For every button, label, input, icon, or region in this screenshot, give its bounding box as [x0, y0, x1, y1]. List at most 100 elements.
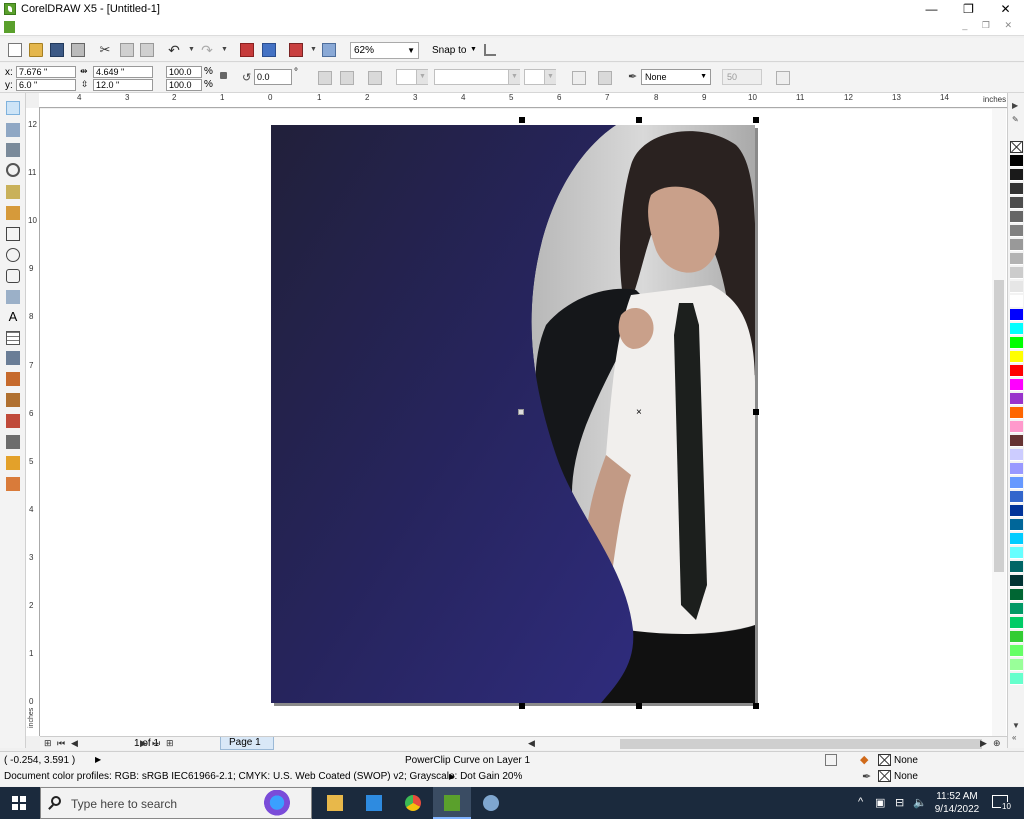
- x-position-input[interactable]: 7.676 ": [16, 66, 76, 78]
- selection-handle[interactable]: [636, 117, 642, 123]
- palette-swatch[interactable]: [1010, 155, 1023, 167]
- welcome-screen-icon[interactable]: [322, 43, 336, 57]
- mirror-vertical-icon[interactable]: [340, 71, 354, 85]
- eyedropper-tool-icon[interactable]: [6, 414, 20, 428]
- horizontal-ruler[interactable]: 4 3 2 1 0 1 2 3 4 5 6 7 8 9 10 11 12 13 …: [39, 93, 1007, 108]
- lock-ratio-icon[interactable]: [220, 72, 227, 79]
- document-page[interactable]: [271, 125, 755, 703]
- selection-handle[interactable]: [519, 117, 525, 123]
- expand-arrow-icon[interactable]: ▶: [449, 772, 455, 781]
- palette-swatch[interactable]: [1010, 673, 1023, 685]
- add-page-after-icon[interactable]: ⊞: [166, 738, 174, 749]
- chevron-down-icon[interactable]: ▼: [544, 70, 556, 84]
- document-icon[interactable]: [4, 21, 15, 33]
- selection-handle[interactable]: [636, 703, 642, 709]
- palette-swatch[interactable]: [1010, 449, 1023, 461]
- rotation-center-marker[interactable]: ×: [636, 407, 642, 418]
- wrap-offset-input[interactable]: 50: [722, 69, 762, 85]
- powerclip-photo[interactable]: [271, 125, 755, 703]
- fill-swatch[interactable]: [878, 754, 891, 766]
- scale-height-input[interactable]: 100.0: [166, 79, 202, 91]
- palette-swatch[interactable]: [1010, 505, 1023, 517]
- palette-swatch[interactable]: [1010, 435, 1023, 447]
- connector-tool-icon[interactable]: [6, 372, 20, 386]
- y-position-input[interactable]: 6.0 ": [16, 79, 76, 91]
- display-icon[interactable]: ⊟: [895, 796, 904, 809]
- palette-swatch[interactable]: [1010, 253, 1023, 265]
- palette-swatch[interactable]: [1010, 463, 1023, 475]
- palette-swatch[interactable]: [1010, 533, 1023, 545]
- palette-swatch[interactable]: [1010, 407, 1023, 419]
- last-page-icon[interactable]: ⏭: [152, 738, 160, 749]
- import-icon[interactable]: [240, 43, 254, 57]
- show-hidden-icons-icon[interactable]: ^: [858, 796, 863, 808]
- palette-swatch[interactable]: [1010, 309, 1023, 321]
- file-explorer-app[interactable]: [316, 787, 354, 819]
- document-window-controls[interactable]: _ ❐ ✕: [962, 20, 1018, 31]
- palette-swatch[interactable]: [1010, 561, 1023, 573]
- color-profiles-text[interactable]: Document color profiles: RGB: sRGB IEC61…: [4, 771, 522, 782]
- vertical-scrollbar-thumb[interactable]: [994, 280, 1004, 572]
- parallel-dimension-tool-icon[interactable]: [6, 351, 20, 365]
- redo-dropdown-icon[interactable]: ▼: [221, 46, 228, 53]
- palette-swatch[interactable]: [1010, 267, 1023, 279]
- palette-swatch[interactable]: [1010, 197, 1023, 209]
- scale-width-input[interactable]: 100.0: [166, 66, 202, 78]
- palette-swatch[interactable]: [1010, 225, 1023, 237]
- navigator-icon[interactable]: ⊕: [993, 738, 1001, 749]
- outline-swatch[interactable]: [878, 770, 891, 782]
- selection-handle[interactable]: [753, 409, 759, 415]
- vertical-ruler[interactable]: 12 11 10 9 8 7 6 5 4 3 2 1 0: [26, 108, 40, 736]
- outline-width-select[interactable]: None ▼: [641, 69, 711, 85]
- palette-swatch[interactable]: [1010, 169, 1023, 181]
- undo-icon[interactable]: ↶: [167, 43, 181, 57]
- palette-swatch[interactable]: [1010, 183, 1023, 195]
- snap-to-button[interactable]: Snap to: [432, 45, 466, 56]
- palette-swatch[interactable]: [1010, 211, 1023, 223]
- add-page-icon[interactable]: ⊞: [44, 738, 52, 749]
- palette-swatch[interactable]: [1010, 337, 1023, 349]
- windows-start-icon[interactable]: [12, 796, 26, 810]
- palette-swatch[interactable]: [1010, 645, 1023, 657]
- quick-trace-icon[interactable]: [368, 71, 382, 85]
- palette-swatch[interactable]: [1010, 659, 1023, 671]
- palette-swatch[interactable]: [1010, 379, 1023, 391]
- selection-handle[interactable]: [753, 117, 759, 123]
- horizontal-scrollbar-thumb[interactable]: [620, 739, 982, 749]
- volume-icon[interactable]: 🔈: [913, 796, 927, 809]
- next-page-icon[interactable]: ▶: [140, 738, 147, 749]
- chevron-down-icon[interactable]: ▼: [508, 70, 520, 84]
- save-icon[interactable]: [50, 43, 64, 57]
- open-folder-icon[interactable]: [29, 43, 43, 57]
- mirror-horizontal-icon[interactable]: [318, 71, 332, 85]
- print-icon[interactable]: [71, 43, 85, 57]
- close-button[interactable]: ✕: [987, 0, 1024, 18]
- width-input[interactable]: 4.649 ": [93, 66, 153, 78]
- application-launcher-icon[interactable]: [289, 43, 303, 57]
- palette-swatch[interactable]: [1010, 281, 1023, 293]
- palette-swatch[interactable]: [1010, 547, 1023, 559]
- cut-icon[interactable]: ✂: [98, 43, 112, 57]
- palette-swatch[interactable]: [1010, 519, 1023, 531]
- scroll-right-icon[interactable]: ▶: [980, 738, 987, 749]
- palette-swatch[interactable]: [1010, 351, 1023, 363]
- undo-dropdown-icon[interactable]: ▼: [188, 46, 195, 53]
- selection-handle[interactable]: [518, 409, 524, 415]
- to-front-icon[interactable]: [572, 71, 586, 85]
- taskbar-clock[interactable]: 11:52 AM 9/14/2022: [930, 790, 984, 816]
- rectangle-tool-icon[interactable]: [6, 227, 20, 241]
- export-icon[interactable]: [262, 43, 276, 57]
- height-input[interactable]: 12.0 ": [93, 79, 153, 91]
- outline-pen-tool-icon[interactable]: [6, 435, 20, 449]
- palette-swatch[interactable]: [1010, 491, 1023, 503]
- restore-button[interactable]: ❐: [950, 0, 987, 18]
- previous-page-icon[interactable]: ◀: [71, 738, 78, 749]
- smart-fill-tool-icon[interactable]: [6, 206, 20, 220]
- table-tool-icon[interactable]: [6, 331, 20, 345]
- palette-swatch[interactable]: [1010, 295, 1023, 307]
- snap-to-dropdown-icon[interactable]: ▼: [470, 46, 477, 53]
- coreldraw-app[interactable]: [433, 787, 471, 819]
- palette-swatch[interactable]: [1010, 603, 1023, 615]
- palette-scroll-down-icon[interactable]: ▼: [1012, 721, 1020, 730]
- text-tool-icon[interactable]: A: [6, 310, 20, 324]
